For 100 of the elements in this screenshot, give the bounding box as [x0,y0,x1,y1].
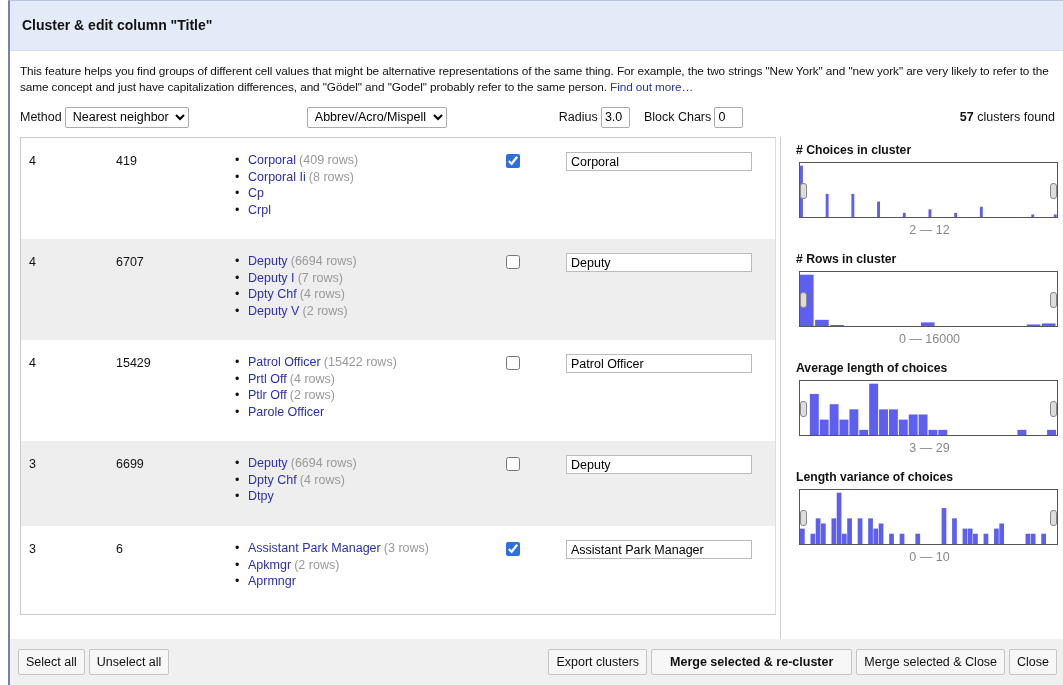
range-handle[interactable] [1050,292,1057,309]
list-bullet: • [235,573,241,590]
choice-row-count: (7 rows) [297,269,343,286]
choice-link[interactable]: Dpty Chf [248,286,297,303]
choice-row-count: (3 rows) [383,540,429,557]
range-handle[interactable] [800,292,807,309]
choice-row-count: (8 rows) [308,168,354,185]
new-value-field[interactable]: Corporal [566,152,752,171]
histogram-bar [908,414,918,436]
merge-checkbox[interactable] [506,457,520,471]
merge-checkbox[interactable] [506,255,520,269]
list-bullet: • [235,152,241,169]
facet-title: Average length of choices [796,360,949,378]
list-bullet: • [235,403,241,420]
footer-button[interactable]: Merge selected & re-cluster [651,648,853,676]
list-bullet: • [235,455,241,472]
merge-checkbox[interactable] [506,542,520,556]
radius-field[interactable]: 3.0 [600,106,630,128]
radius-label: Radius [558,108,598,126]
choice-link[interactable]: Deputy I [248,269,295,286]
list-bullet: • [235,185,241,202]
list-bullet: • [235,269,241,286]
cluster-size: 4 [29,254,37,271]
footer-button[interactable]: Merge selected & Close [856,648,1006,676]
facet-title: # Choices in cluster [796,142,913,159]
choice-row-count: (2 rows) [289,387,335,404]
range-handle[interactable] [800,401,807,418]
choice-link[interactable]: Apkmgr [248,556,292,573]
list-bullet: • [235,302,241,319]
range-handle[interactable] [800,510,807,527]
method-dropdown[interactable]: Nearest neighbor [64,106,189,128]
range-handle[interactable] [800,183,807,200]
choice-link[interactable]: Parole Officer [248,403,325,420]
footer-button[interactable]: Unselect all [88,648,170,676]
list-bullet: • [235,168,241,185]
merge-checkbox[interactable] [506,154,520,168]
new-value-field[interactable]: Deputy [566,455,752,474]
function-dropdown[interactable]: Abbrev/Acro/Mispell [306,106,447,128]
range-label: 3 — 29 [908,440,951,458]
list-bullet: • [235,540,241,557]
row-count: 6699 [116,456,145,473]
histogram-bar [1041,534,1046,545]
histogram-bar [928,209,932,218]
histogram-bar [941,508,947,545]
choice-link[interactable]: Corporal Ii [248,168,306,185]
facet-title: # Rows in cluster [796,251,898,269]
histogram-bar [1047,430,1056,436]
choice-link[interactable]: Dtpy [248,488,274,505]
footer-button[interactable]: Close [1009,648,1057,676]
range-handle[interactable] [1050,401,1057,418]
histogram-bar [979,207,983,218]
merge-checkbox[interactable] [506,356,520,370]
range-label: 2 — 12 [908,222,951,240]
choice-link[interactable]: Aprmngr [248,573,296,590]
range-handle[interactable] [1050,510,1057,527]
histogram-bar [877,201,880,218]
list-bullet: • [235,387,241,404]
choice-row-count: (6694 rows) [290,455,357,472]
choice-link[interactable]: Assistant Park Manager [248,540,381,557]
clusters-count: 57 clusters found [959,108,1055,126]
description-text: This feature helps you find groups of different cell values that might be alternative representations of the same thing. For example, the two strings "New York" and "new york" are very likely to refer to the same concept and just have capitalization differences, and "Gödel" and "Godel" probably refer to the same person. Find out more… [20,63,1050,95]
choice-link[interactable]: Crpl [248,201,271,218]
footer-button[interactable]: Export clusters [548,648,648,676]
list-bullet: • [235,471,241,488]
footer-button[interactable]: Select all [18,648,85,676]
list-bullet: • [235,286,241,303]
new-value-field[interactable]: Assistant Park Manager [566,540,752,559]
range-handle[interactable] [1050,183,1057,200]
choice-link[interactable]: Prtl Off [248,370,287,387]
choice-link[interactable]: Corporal [248,152,296,169]
histogram-bar [983,534,989,545]
row-count: 419 [116,153,138,170]
choice-link[interactable]: Patrol Officer [248,354,321,371]
histogram-bar [1053,214,1057,218]
histogram-bar [1017,430,1027,436]
range-label: 0 — 16000 [897,331,962,349]
facet-title: Length variance of choices [796,469,955,487]
choice-link[interactable]: Dpty Chf [248,471,297,488]
choice-link[interactable]: Deputy V [248,302,300,319]
list-bullet: • [235,556,241,573]
choice-row-count: (409 rows) [299,152,359,169]
choice-link[interactable]: Ptlr Off [248,387,287,404]
choice-link[interactable]: Deputy [248,455,288,472]
choice-link[interactable]: Cp [248,185,264,202]
list-bullet: • [235,370,241,387]
choice-row-count: (4 rows) [289,370,335,387]
histogram-bar [800,529,805,545]
choice-link[interactable]: Deputy [248,253,288,270]
row-count: 15429 [116,355,152,372]
new-value-field[interactable]: Patrol Officer [566,354,752,373]
range-label: 0 — 10 [908,549,951,567]
new-value-field[interactable]: Deputy [566,253,752,272]
choice-row-count: (4 rows) [299,471,345,488]
histogram-bar [902,213,906,218]
list-bullet: • [235,488,241,505]
histogram-bar [889,534,894,545]
histogram-bar [952,518,957,545]
find-out-more-link[interactable]: Find out more… [610,80,694,94]
block-chars-field[interactable]: 0 [714,106,744,128]
cluster-size: 4 [29,355,37,372]
